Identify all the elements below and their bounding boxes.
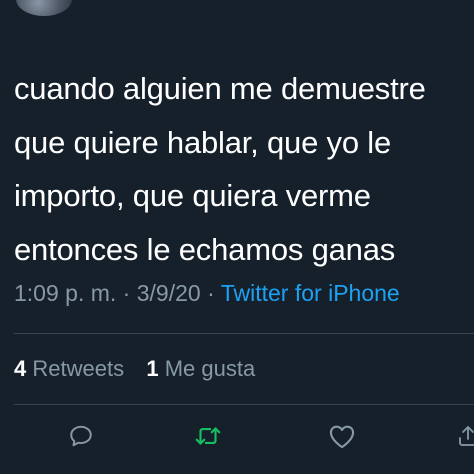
likes-count: 1 [146,356,159,381]
tweet-header-fragment [0,0,474,22]
tweet-text: cuando alguien me demuestre que quiere h… [14,71,426,267]
share-button[interactable] [452,420,474,452]
tweet-time[interactable]: 1:09 p. m. [14,280,116,306]
retweet-arrows-icon [195,427,221,445]
reply-button[interactable] [65,420,97,452]
retweets-label: Retweets [32,356,125,381]
share-upload-icon [459,426,474,446]
divider [14,404,474,405]
retweets-count: 4 [14,356,27,381]
speech-bubble-icon [70,425,92,447]
retweets-stat[interactable]: 4 Retweets [14,356,130,381]
retweet-button[interactable] [192,420,224,452]
like-button[interactable] [326,420,358,452]
avatar[interactable] [16,0,72,16]
tweet-stats: 4 Retweets 1 Me gusta [14,356,255,382]
tweet-date[interactable]: 3/9/20 [137,280,201,306]
tweet-source-link[interactable]: Twitter for iPhone [221,280,400,306]
divider [14,333,474,334]
heart-outline-icon [329,425,355,449]
likes-label: Me gusta [164,356,256,381]
tweet-actions-bar [0,420,474,458]
meta-separator: · [207,280,215,306]
likes-stat[interactable]: 1 Me gusta [146,356,255,381]
tweet-metadata: 1:09 p. m. · 3/9/20 · Twitter for iPhone [14,280,400,307]
meta-separator: · [122,280,131,306]
